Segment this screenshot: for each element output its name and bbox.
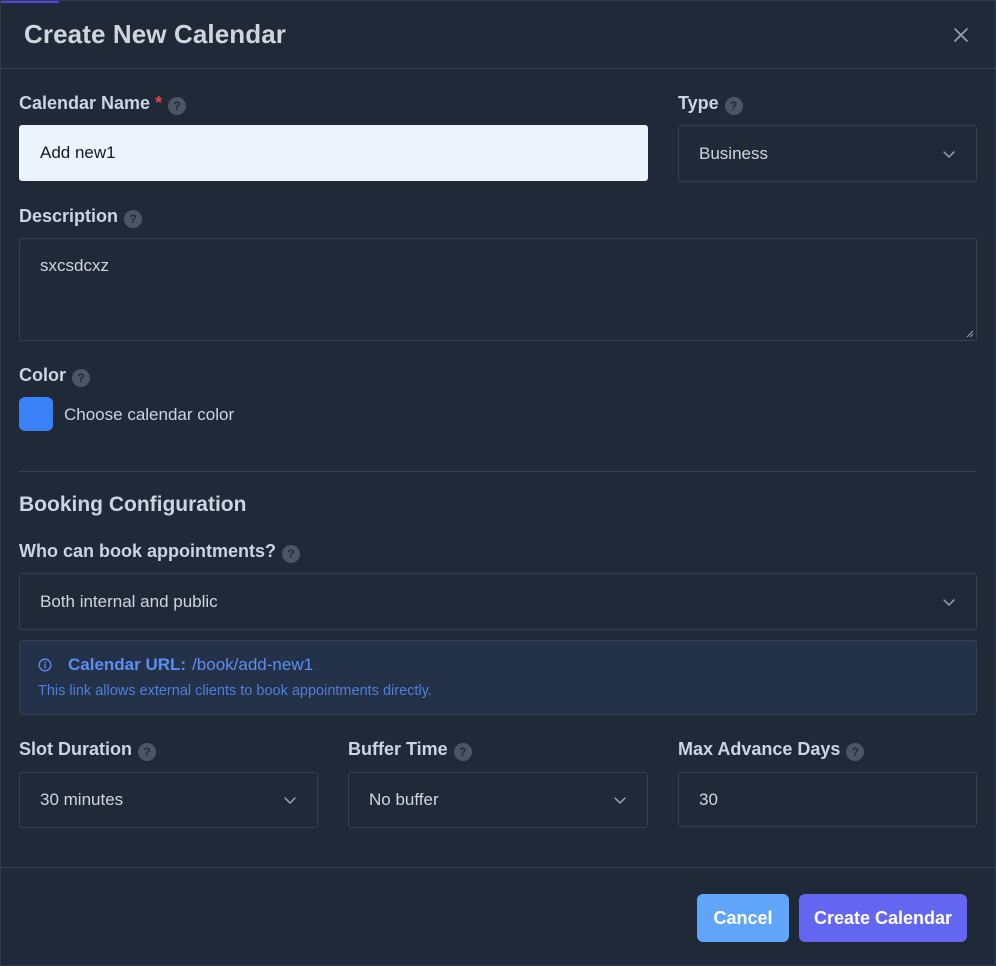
- who-can-book-select[interactable]: Both internal and public: [19, 573, 977, 630]
- create-calendar-button[interactable]: Create Calendar: [799, 894, 967, 942]
- footer-divider: [1, 867, 996, 868]
- close-button[interactable]: [949, 23, 973, 47]
- calendar-url-note: This link allows external clients to boo…: [38, 683, 432, 699]
- who-can-book-label: Who can book appointments? ?: [19, 539, 300, 563]
- who-can-book-label-text: Who can book appointments?: [19, 540, 276, 561]
- who-can-book-value: Both internal and public: [40, 591, 218, 611]
- description-value: sxcsdcxz: [40, 256, 109, 275]
- slot-duration-value: 30 minutes: [40, 790, 124, 809]
- help-circle-icon[interactable]: ?: [724, 97, 743, 115]
- calendar-name-label: Calendar Name * ?: [19, 91, 187, 115]
- color-swatch-button[interactable]: [19, 397, 53, 431]
- type-label: Type ?: [678, 91, 743, 115]
- type-select-value: Business: [699, 143, 768, 163]
- calendar-name-label-text: Calendar Name: [19, 92, 151, 113]
- chevron-down-icon: [943, 598, 955, 606]
- buffer-time-value: No buffer: [369, 790, 439, 809]
- color-label-text: Color: [19, 364, 66, 385]
- description-label: Description ?: [19, 204, 143, 228]
- cancel-button[interactable]: Cancel: [697, 894, 789, 942]
- close-icon: [954, 27, 968, 42]
- help-circle-icon[interactable]: ?: [72, 369, 90, 387]
- help-circle-icon[interactable]: ?: [846, 743, 865, 761]
- dialog-title: Create New Calendar: [24, 19, 287, 49]
- top-accent-bar: [1, 1, 59, 3]
- description-label-text: Description: [19, 205, 119, 226]
- required-marker: *: [155, 92, 163, 113]
- dialog-header: Create New Calendar: [1, 1, 995, 69]
- chevron-down-icon: [284, 797, 296, 804]
- resize-handle-icon[interactable]: [966, 330, 974, 338]
- description-textarea[interactable]: sxcsdcxz: [19, 238, 977, 341]
- buffer-time-label-text: Buffer Time: [348, 738, 448, 759]
- create-calendar-dialog: Create New Calendar Calendar Name * ? Ad…: [0, 0, 996, 966]
- calendar-url-info-box: Calendar URL: /book/add-new1 This link a…: [19, 640, 977, 715]
- info-circle-icon: [38, 658, 52, 672]
- max-advance-days-label-text: Max Advance Days: [678, 738, 841, 759]
- max-advance-days-label: Max Advance Days ?: [678, 737, 865, 761]
- type-label-text: Type: [678, 92, 719, 113]
- booking-configuration-heading: Booking Configuration: [19, 493, 247, 516]
- help-circle-icon[interactable]: ?: [138, 743, 156, 761]
- slot-duration-label-text: Slot Duration: [19, 738, 132, 759]
- calendar-name-value: Add new1: [40, 143, 116, 162]
- chevron-down-icon: [943, 150, 955, 158]
- chevron-down-icon: [614, 797, 626, 804]
- help-circle-icon[interactable]: ?: [124, 210, 143, 228]
- help-circle-icon[interactable]: ?: [453, 743, 472, 761]
- section-divider: [19, 471, 977, 472]
- help-circle-icon[interactable]: ?: [168, 97, 187, 115]
- calendar-name-input[interactable]: Add new1: [19, 125, 648, 181]
- choose-color-label[interactable]: Choose calendar color: [64, 405, 234, 425]
- help-circle-icon[interactable]: ?: [282, 545, 300, 563]
- buffer-time-label: Buffer Time ?: [348, 737, 472, 761]
- type-select[interactable]: Business: [678, 125, 977, 182]
- calendar-url-label: Calendar URL:: [68, 655, 187, 674]
- calendar-url-line: Calendar URL: /book/add-new1: [38, 655, 313, 675]
- buffer-time-select[interactable]: No buffer: [348, 772, 648, 828]
- calendar-url-value[interactable]: /book/add-new1: [192, 655, 313, 675]
- max-advance-days-value: 30: [699, 789, 718, 809]
- max-advance-days-input[interactable]: 30: [678, 772, 977, 827]
- slot-duration-label: Slot Duration ?: [19, 737, 156, 761]
- slot-duration-select[interactable]: 30 minutes: [19, 772, 318, 828]
- color-label: Color ?: [19, 363, 90, 387]
